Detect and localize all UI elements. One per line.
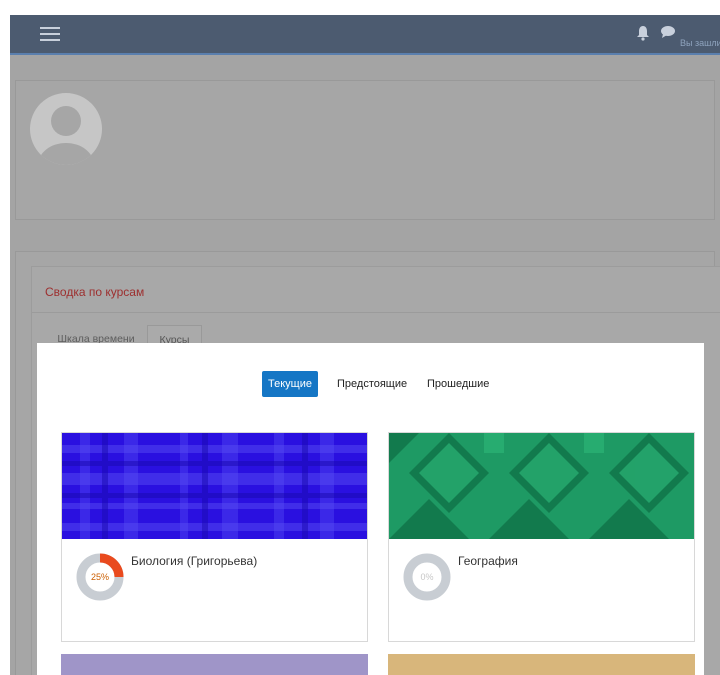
chat-bubble-icon[interactable]	[660, 25, 676, 39]
courses-panel: Текущие Предстоящие Прошедшие 25% Биолог…	[37, 343, 704, 675]
course-card-peek[interactable]	[61, 654, 368, 675]
top-navbar: Вы зашли	[10, 15, 720, 53]
course-card[interactable]: 0% География	[388, 432, 695, 642]
filter-upcoming-button[interactable]: Предстоящие	[331, 371, 413, 397]
overview-divider	[32, 312, 720, 313]
course-image-blue-plaid[interactable]	[62, 433, 367, 539]
course-card-peek[interactable]	[388, 654, 695, 675]
course-name-link[interactable]: География	[458, 554, 518, 568]
login-status-text[interactable]: Вы зашли	[680, 38, 720, 48]
bell-icon[interactable]	[636, 25, 650, 41]
progress-percentage: 25%	[90, 572, 109, 582]
course-image-green-geometric[interactable]	[389, 433, 694, 539]
profile-header-card	[15, 80, 715, 220]
course-name-link[interactable]: Биология (Григорьева)	[131, 554, 257, 568]
hamburger-menu-icon[interactable]	[40, 27, 60, 41]
filter-past-button[interactable]: Прошедшие	[421, 371, 495, 397]
filter-current-button[interactable]: Текущие	[262, 371, 318, 397]
default-user-avatar-icon[interactable]	[30, 93, 102, 165]
navbar-accent-stripe	[10, 53, 720, 55]
course-card[interactable]: 25% Биология (Григорьева)	[61, 432, 368, 642]
course-overview-title: Сводка по курсам	[45, 285, 145, 299]
progress-percentage: 0%	[420, 572, 434, 582]
